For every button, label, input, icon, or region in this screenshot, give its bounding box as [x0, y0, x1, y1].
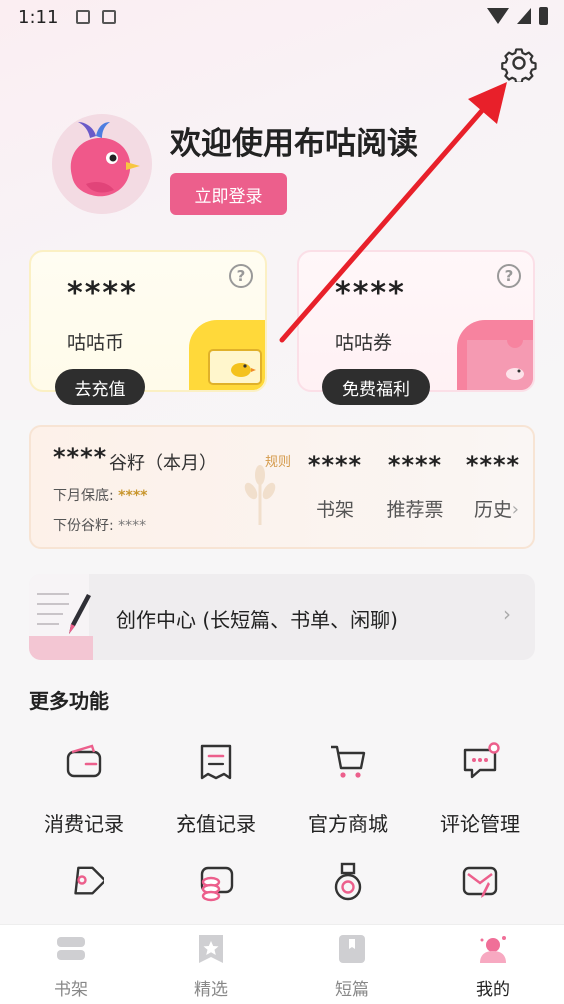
- next-month-guarantee-value: ****: [118, 488, 148, 504]
- coupon-decoration-icon: [457, 320, 533, 390]
- gallery-notification-icon: [76, 10, 91, 24]
- next-month-guarantee: 下月保底: ****: [53, 485, 147, 505]
- wheat-watermark-icon: [244, 465, 276, 525]
- more-features-title: 更多功能: [29, 689, 109, 713]
- battery-icon: [539, 7, 548, 25]
- mail-edit-icon: [462, 866, 498, 898]
- nav-bookshelf[interactable]: 书架: [26, 935, 116, 1000]
- next-grain: 下份谷籽: ****: [53, 515, 146, 535]
- tag-icon: [74, 866, 107, 895]
- wallet-icon: [66, 744, 102, 778]
- stat-bookshelf[interactable]: **** 书架: [297, 451, 373, 522]
- stat-history-label: 历史: [473, 499, 512, 521]
- recharge-button[interactable]: 去充值: [55, 369, 145, 405]
- feature-tag[interactable]: [29, 862, 139, 906]
- profile-icon: [480, 936, 506, 963]
- stat-recommend-ticket-value: ****: [387, 451, 443, 479]
- feature-consumption-records[interactable]: 消费记录: [29, 742, 139, 837]
- free-welfare-button[interactable]: 免费福利: [322, 369, 430, 405]
- chevron-right-icon: ›: [511, 499, 519, 520]
- feature-mail-edit[interactable]: [425, 862, 535, 906]
- stat-bookshelf-value: ****: [307, 451, 363, 479]
- settings-gear-icon[interactable]: [500, 44, 538, 82]
- nav-label: 精选: [194, 980, 228, 1000]
- bird-mascot-icon: [52, 114, 152, 214]
- coin-label: 咕咕币: [67, 332, 125, 354]
- nav-label: 我的: [476, 980, 510, 1000]
- feature-official-store[interactable]: 官方商城: [293, 742, 403, 837]
- nav-label: 短篇: [335, 980, 369, 1000]
- medal-icon: [334, 862, 362, 901]
- feature-coins[interactable]: [161, 862, 271, 906]
- grain-value: ****: [53, 443, 108, 471]
- stat-history-value: ****: [465, 451, 521, 479]
- feature-label: 充值记录: [176, 812, 256, 836]
- coin-help-icon[interactable]: ?: [229, 264, 253, 288]
- notebook-pen-icon: [29, 574, 93, 660]
- star-icon: [199, 935, 223, 963]
- coins-icon: [200, 866, 234, 902]
- status-time: 1:11: [18, 6, 59, 28]
- wifi-icon: [487, 8, 509, 24]
- feature-recharge-records[interactable]: 充值记录: [161, 742, 271, 837]
- coupon-label: 咕咕券: [335, 332, 393, 354]
- coupon-balance: ****: [335, 276, 406, 311]
- cart-icon: [331, 745, 366, 778]
- next-grain-value: ****: [118, 518, 147, 534]
- nav-short[interactable]: 短篇: [307, 935, 397, 1000]
- bottom-navigation: 书架 精选 短篇 我的: [0, 924, 564, 1004]
- feature-label: 官方商城: [308, 812, 388, 836]
- grain-card: **** 谷籽（本月） 规则 下月保底: **** 下份谷籽: **** ***…: [29, 425, 535, 549]
- creation-center-label: 创作中心 (长短篇、书单、闲聊): [116, 608, 398, 632]
- status-bar: 1:11: [0, 0, 564, 34]
- stat-history[interactable]: **** 历史: [455, 451, 531, 522]
- chevron-right-icon: ›: [503, 602, 511, 626]
- nav-mine[interactable]: 我的: [448, 935, 538, 1000]
- feature-label: 消费记录: [44, 812, 124, 836]
- avatar[interactable]: [52, 114, 152, 214]
- nav-label: 书架: [54, 980, 88, 1000]
- nav-featured[interactable]: 精选: [166, 935, 256, 1000]
- feature-label: 评论管理: [440, 812, 520, 836]
- stat-recommend-ticket-label: 推荐票: [386, 499, 444, 521]
- creation-center-entry[interactable]: 创作中心 (长短篇、书单、闲聊) ›: [29, 574, 535, 660]
- app-notification-icon: [102, 10, 117, 24]
- next-grain-label: 下份谷籽:: [53, 518, 114, 534]
- feature-comment-management[interactable]: 评论管理: [425, 742, 535, 837]
- coupon-help-icon[interactable]: ?: [497, 264, 521, 288]
- feature-medal[interactable]: [293, 862, 403, 906]
- stat-recommend-ticket[interactable]: **** 推荐票: [377, 451, 453, 522]
- signal-icon: [517, 8, 531, 24]
- comment-icon: [463, 742, 500, 779]
- receipt-icon: [200, 744, 232, 780]
- welcome-title: 欢迎使用布咕阅读: [170, 126, 418, 162]
- coin-balance: ****: [67, 276, 138, 311]
- grain-title: 谷籽（本月）: [109, 453, 217, 474]
- next-month-guarantee-label: 下月保底:: [53, 488, 114, 504]
- bookmark-icon: [339, 935, 365, 963]
- coin-decoration-icon: [189, 320, 265, 390]
- bookshelf-icon: [57, 937, 85, 960]
- stat-bookshelf-label: 书架: [315, 499, 354, 521]
- login-button[interactable]: 立即登录: [170, 173, 287, 215]
